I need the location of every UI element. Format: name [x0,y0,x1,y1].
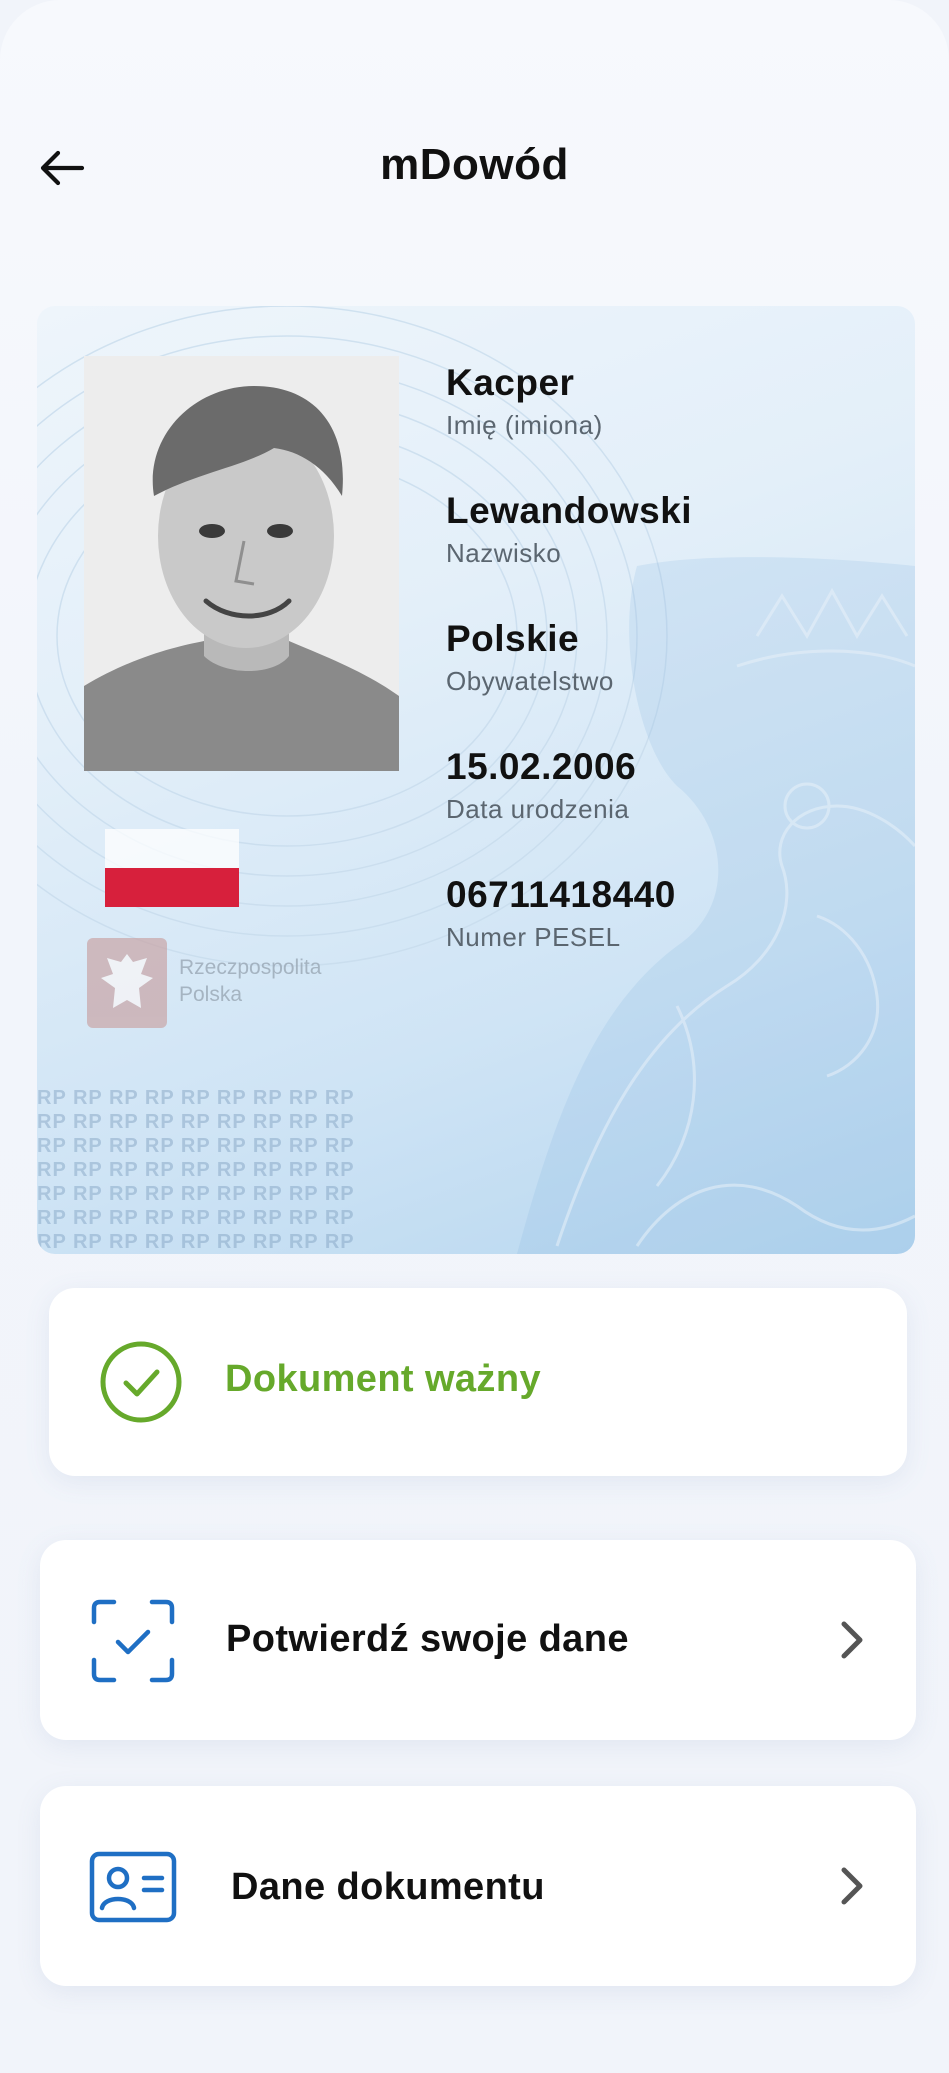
field-label: Obywatelstwo [446,666,614,696]
field-label: Nazwisko [446,538,562,568]
emblem-caption-line1: Rzeczpospolita [179,956,322,979]
rp-microprint-line: RP RP RP RP RP RP RP RP RP [37,1231,355,1253]
rp-microprint-line: RP RP RP RP RP RP RP RP RP [37,1087,355,1109]
document-details-label: Dane dokumentu [231,1866,545,1908]
field-value: 15.02.2006 [446,746,637,787]
rp-microprint-line: RP RP RP RP RP RP RP RP RP [37,1111,355,1133]
field-value: Polskie [446,618,580,659]
app-screen: mDowód Rzeczpospolita Polska RP RP RP RP… [0,0,949,2073]
field-pesel: 06711418440 Numer PESEL [446,874,676,953]
id-card: Rzeczpospolita Polska RP RP RP RP RP RP … [37,306,915,1254]
field-label: Data urodzenia [446,794,630,824]
page-title: mDowód [380,140,569,189]
rp-microprint-line: RP RP RP RP RP RP RP RP RP [37,1207,355,1229]
field-label: Imię (imiona) [446,410,603,440]
emblem-caption-line2: Polska [179,983,243,1006]
document-status-panel: Dokument ważny [49,1288,907,1476]
field-label: Numer PESEL [446,922,621,952]
document-details-button[interactable]: Dane dokumentu [40,1786,916,1986]
confirm-data-button[interactable]: Potwierdź swoje dane [40,1540,916,1740]
field-citizenship: Polskie Obywatelstwo [446,618,614,697]
rp-microprint-line: RP RP RP RP RP RP RP RP RP [37,1135,355,1157]
chevron-right-icon [841,1867,863,1905]
field-value: Kacper [446,362,575,403]
status-label: Dokument ważny [225,1358,541,1400]
chevron-right-icon [841,1621,863,1659]
portrait-image [84,356,399,771]
rp-microprint-line: RP RP RP RP RP RP RP RP RP [37,1183,355,1205]
rp-microprint-line: RP RP RP RP RP RP RP RP RP [37,1159,355,1181]
header: mDowód [0,110,949,220]
field-last-name: Lewandowski Nazwisko [446,490,692,569]
confirm-data-label: Potwierdź swoje dane [226,1618,629,1660]
field-first-name: Kacper Imię (imiona) [446,362,603,441]
id-card-icon [89,1851,177,1923]
field-birth-date: 15.02.2006 Data urodzenia [446,746,636,825]
emblem-caption: Rzeczpospolita Polska [179,954,321,1008]
portrait-photo [84,356,399,771]
field-value: Lewandowski [446,490,693,531]
scan-check-icon [91,1599,175,1683]
eagle-emblem-icon [87,938,167,1028]
check-circle-icon [100,1341,182,1423]
rp-microprint: RP RP RP RP RP RP RP RP RP RP RP RP RP R… [37,1086,437,1254]
field-value: 06711418440 [446,874,676,915]
polish-flag [105,829,239,907]
